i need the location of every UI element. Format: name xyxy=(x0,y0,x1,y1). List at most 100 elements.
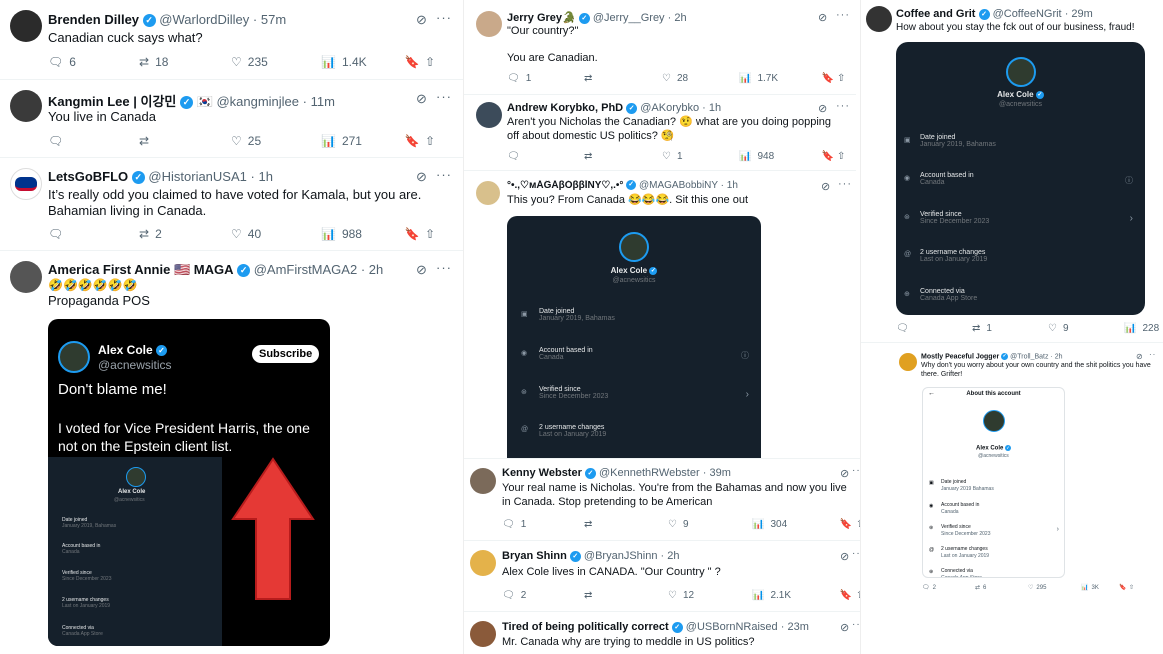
timestamp[interactable]: 1h xyxy=(709,102,721,114)
author-name[interactable]: °•.,♡ᴍĂĜĂβŎββĬΝΥ♡,.•° xyxy=(507,180,623,191)
bookmark-icon[interactable]: 🔖 xyxy=(836,519,856,530)
author-name[interactable]: Andrew Korybko, PhD xyxy=(507,102,623,114)
grok-icon[interactable]: ⊘ xyxy=(1136,352,1143,361)
repost-button[interactable]: ⇄ xyxy=(584,590,668,601)
more-options-icon[interactable]: ·· xyxy=(852,465,860,476)
about-account-screenshot[interactable]: ← About this account Alex Cole ✓ @acnews… xyxy=(922,387,1065,578)
author-handle[interactable]: @KennethRWebster xyxy=(599,467,700,479)
reply-button[interactable]: 🗨 xyxy=(48,134,139,148)
views-button[interactable]: 📊 988 xyxy=(321,227,399,241)
bookmark-icon[interactable]: 🔖 xyxy=(1117,584,1129,591)
author-name[interactable]: America First Annie 🇺🇸 MAGA xyxy=(48,262,233,277)
repost-button[interactable]: ⇄ 2 xyxy=(139,227,231,241)
bookmark-icon[interactable]: 🔖 xyxy=(399,134,425,148)
bookmark-icon[interactable]: 🔖 xyxy=(819,151,837,162)
grok-icon[interactable]: ⊘ xyxy=(416,12,427,28)
author-handle[interactable]: @HistorianUSA1 xyxy=(148,169,246,184)
grok-icon[interactable]: ⊘ xyxy=(818,102,827,115)
timestamp[interactable]: 1h xyxy=(727,180,738,191)
views-button[interactable]: 📊 228 xyxy=(1124,323,1163,334)
avatar[interactable] xyxy=(10,261,42,293)
views-button[interactable]: 📊 2.1K xyxy=(752,590,836,601)
share-icon[interactable]: ⇧ xyxy=(425,227,435,241)
author-handle[interactable]: @Troll_Batz xyxy=(1010,353,1048,360)
like-button[interactable]: ♡ 28 xyxy=(662,73,739,84)
grok-icon[interactable]: ⊘ xyxy=(840,467,849,480)
share-icon[interactable]: ⇧ xyxy=(1129,584,1134,591)
reply-button[interactable]: 🗨 xyxy=(48,227,139,241)
more-options-icon[interactable]: ··· xyxy=(436,260,452,275)
timestamp[interactable]: 2h xyxy=(674,12,686,24)
grok-icon[interactable]: ⊘ xyxy=(818,11,827,24)
reply-post[interactable]: America First Annie 🇺🇸 MAGA ✓ @AmFirstMA… xyxy=(0,251,463,654)
bookmark-icon[interactable]: 🔖 xyxy=(819,73,837,84)
like-button[interactable]: ♡ 25 xyxy=(231,134,321,148)
timestamp[interactable]: 11m xyxy=(311,94,335,109)
reply-post[interactable]: Andrew Korybko, PhD ✓ @AKorybko · 1h ⊘ ·… xyxy=(464,95,856,171)
author-handle[interactable]: @AKorybko xyxy=(640,102,699,114)
author-handle[interactable]: @AmFirstMAGA2 xyxy=(254,262,357,277)
avatar[interactable] xyxy=(10,10,42,42)
timestamp[interactable]: 29m xyxy=(1071,8,1092,20)
avatar[interactable] xyxy=(10,90,42,122)
reply-button[interactable]: 🗨 2 xyxy=(502,590,584,601)
more-options-icon[interactable]: ·· xyxy=(1149,350,1156,359)
repost-button[interactable]: ⇄ xyxy=(139,134,231,148)
more-options-icon[interactable]: ··· xyxy=(436,10,452,25)
author-handle[interactable]: @USBornNRaised xyxy=(686,621,778,633)
author-handle[interactable]: @CoffeeNGrit xyxy=(993,8,1062,20)
reply-post[interactable]: Bryan Shinn ✓ @BryanJShinn · 2h ⊘ ·· Ale… xyxy=(464,541,860,612)
share-icon[interactable]: ⇧ xyxy=(425,134,435,148)
avatar[interactable] xyxy=(476,102,502,128)
grok-icon[interactable]: ⊘ xyxy=(416,169,427,185)
views-button[interactable]: 📊 3K xyxy=(1081,584,1117,592)
about-account-screenshot[interactable]: Alex Cole ✓ @acnewsitics ▣ Date joined Jan… xyxy=(896,42,1145,315)
author-handle[interactable]: @MAGABobbiNY xyxy=(639,180,718,191)
bookmark-icon[interactable]: 🔖 xyxy=(836,590,856,601)
author-name[interactable]: Coffee and Grit xyxy=(896,8,975,20)
like-button[interactable]: ♡ 9 xyxy=(668,519,752,530)
repost-button[interactable]: ⇄ 6 xyxy=(975,584,1028,592)
like-button[interactable]: ♡ 12 xyxy=(668,590,752,601)
timestamp[interactable]: 2h xyxy=(369,262,383,277)
avatar[interactable] xyxy=(899,353,917,371)
more-options-icon[interactable]: ··· xyxy=(838,178,852,190)
avatar[interactable] xyxy=(476,181,500,205)
author-name[interactable]: Bryan Shinn xyxy=(502,550,567,562)
author-name[interactable]: Jerry Grey🐊 xyxy=(507,12,576,24)
more-options-icon[interactable]: ··· xyxy=(436,167,452,182)
grok-icon[interactable]: ⊘ xyxy=(416,91,427,107)
author-handle[interactable]: @kangminjlee xyxy=(216,94,299,109)
author-name[interactable]: Mostly Peaceful Jogger xyxy=(921,353,999,360)
reply-button[interactable]: 🗨 1 xyxy=(507,73,584,84)
bookmark-icon[interactable]: 🔖 xyxy=(399,227,425,241)
video-player[interactable]: Alex Cole ✓ @acnewsitics Subscribe Don't… xyxy=(48,319,330,646)
reply-post[interactable]: °•.,♡ᴍĂĜĂβŎββĬΝΥ♡,.•° ✓ @MAGABobbiNY · 1… xyxy=(464,171,860,458)
reply-button[interactable]: 🗨 1 xyxy=(502,519,584,530)
reply-post[interactable]: Mostly Peaceful Jogger ✓ @Troll_Batz · 2… xyxy=(889,346,1163,596)
repost-button[interactable]: ⇄ xyxy=(584,519,668,530)
avatar[interactable] xyxy=(470,550,496,576)
views-button[interactable]: 📊 1.7K xyxy=(739,73,819,84)
like-button[interactable]: ♡ 1 xyxy=(662,151,739,162)
reply-post[interactable]: Kenny Webster ✓ @KennethRWebster · 39m ⊘… xyxy=(464,458,860,541)
repost-button[interactable]: ⇄ 1 xyxy=(972,323,1048,334)
more-options-icon[interactable]: ··· xyxy=(436,89,452,104)
timestamp[interactable]: 2h xyxy=(1055,353,1063,360)
timestamp[interactable]: 2h xyxy=(667,550,679,562)
author-handle[interactable]: @WarlordDilley xyxy=(159,12,249,27)
timestamp[interactable]: 23m xyxy=(787,621,808,633)
reply-button[interactable]: 🗨 xyxy=(896,323,972,334)
timestamp[interactable]: 39m xyxy=(709,467,730,479)
author-handle[interactable]: @BryanJShinn xyxy=(584,550,658,562)
reply-button[interactable]: 🗨 xyxy=(507,151,584,162)
reply-post[interactable]: LetsGoBFLO ✓ @HistorianUSA1 · 1h ⊘ ··· I… xyxy=(0,158,463,251)
share-icon[interactable]: ⇧ xyxy=(837,73,845,84)
reply-post[interactable]: Tired of being politically correct ✓ @US… xyxy=(464,612,860,654)
reply-button[interactable]: 🗨 6 xyxy=(48,55,139,69)
grok-icon[interactable]: ⊘ xyxy=(821,180,830,193)
about-account-screenshot[interactable]: Alex Cole ✓ @acnewsitics ▣ Date joined Jan… xyxy=(507,216,761,458)
repost-button[interactable]: ⇄ xyxy=(584,151,662,162)
bookmark-icon[interactable]: 🔖 xyxy=(399,55,425,69)
more-options-icon[interactable]: ··· xyxy=(836,9,850,21)
